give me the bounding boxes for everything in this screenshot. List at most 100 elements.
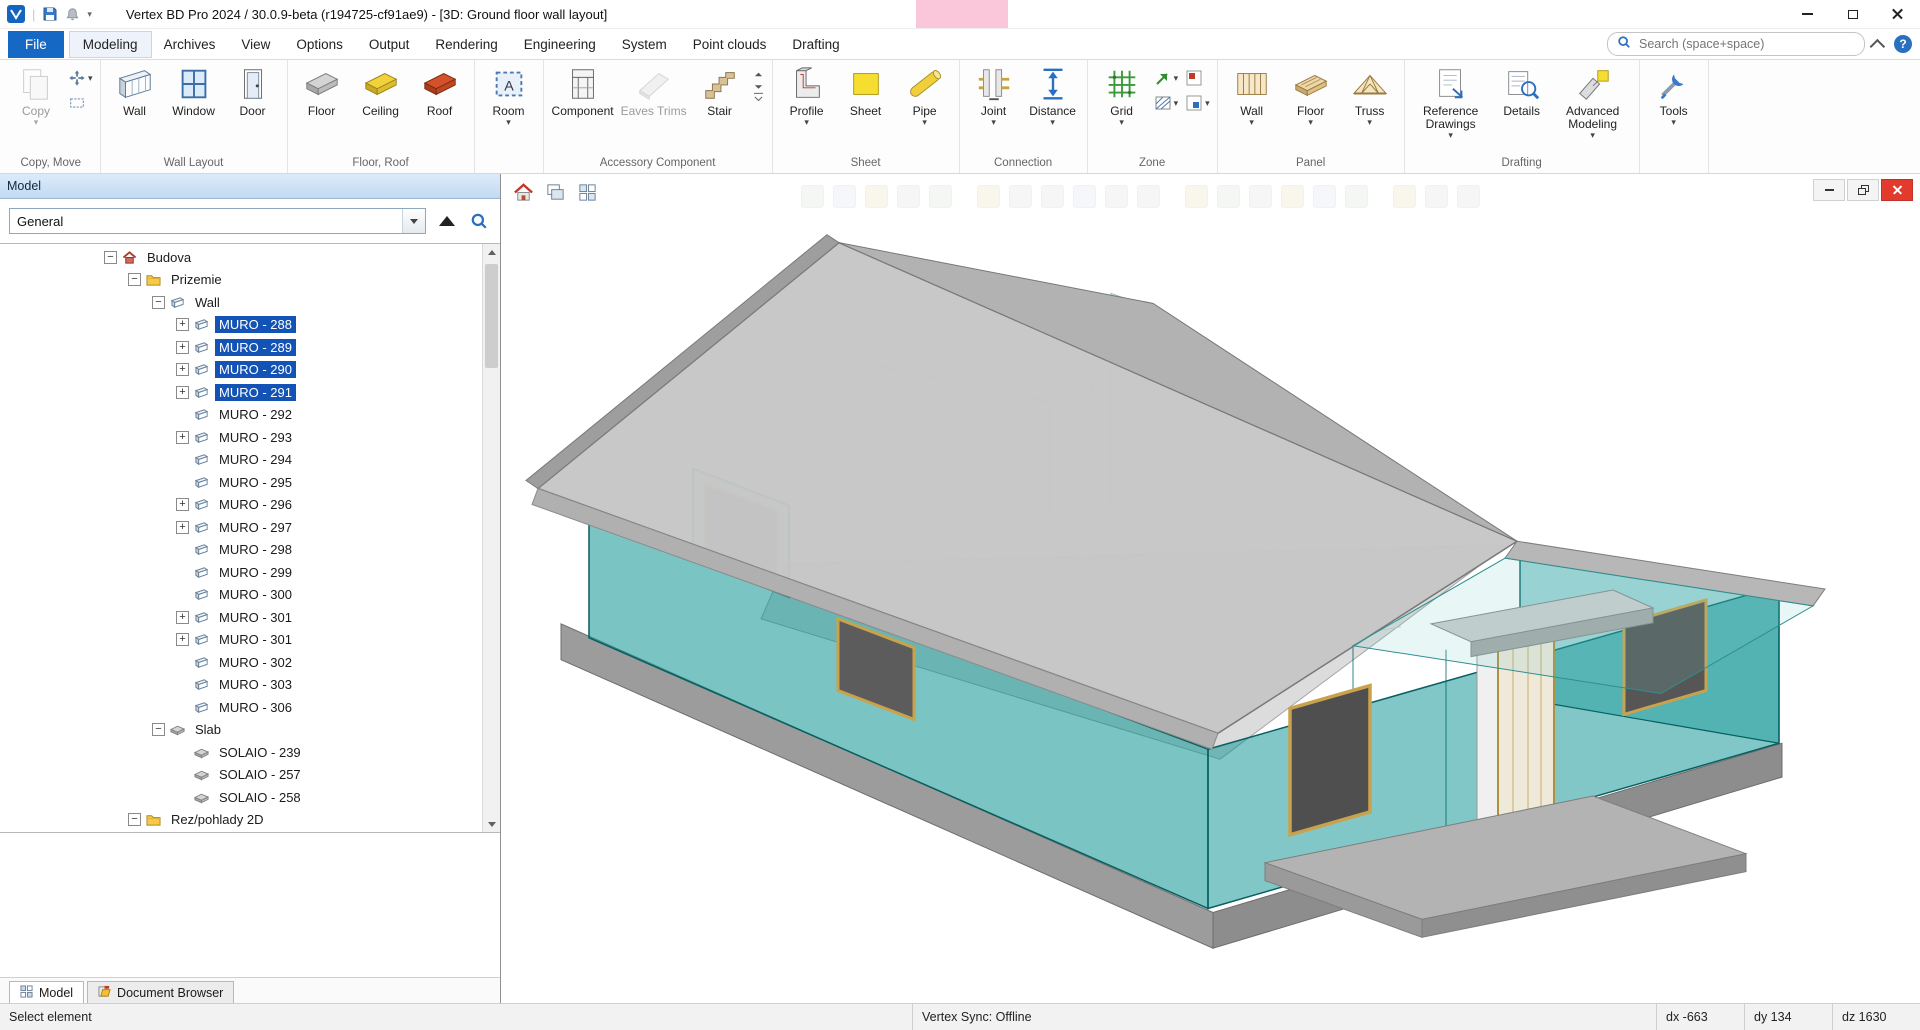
component-button[interactable]: Component [549,62,617,119]
tree-item[interactable]: MURO - 298 [0,539,483,562]
tree-scrollbar[interactable] [482,244,500,832]
tree-item[interactable]: MURO - 299 [0,561,483,584]
tab-output[interactable]: Output [356,32,423,57]
cascade-windows-button[interactable] [542,180,569,205]
tree-item[interactable]: MURO - 292 [0,404,483,427]
tab-options[interactable]: Options [283,32,356,57]
tree-item[interactable]: MURO - 302 [0,651,483,674]
gallery-button[interactable] [750,67,767,107]
close-button[interactable] [1875,0,1920,28]
chevron-down-icon[interactable]: ▾ [87,9,92,20]
minus-expander-icon[interactable]: − [152,723,165,736]
viewport-close-button[interactable] [1881,179,1913,201]
notifications-bell-icon[interactable] [65,7,80,22]
door-button[interactable]: Door [224,62,282,119]
tab-view[interactable]: View [228,32,283,57]
tree-item[interactable]: +MURO - 301 [0,606,483,629]
zone-blue-button[interactable]: ▾ [1183,92,1212,114]
floor-button[interactable]: Floor [293,62,351,119]
tab-system[interactable]: System [609,32,680,57]
zone-green-button[interactable]: ▾ [1152,67,1181,89]
floor-button[interactable]: Floor▾ [1282,62,1340,128]
viewport-minimize-button[interactable] [1813,179,1845,201]
grid-button[interactable]: Grid▾ [1093,62,1151,128]
details-button[interactable]: Details [1493,62,1551,119]
help-icon[interactable]: ? [1894,35,1912,53]
zone-red-button[interactable] [1183,67,1212,89]
tile-windows-button[interactable] [574,180,601,205]
plus-expander-icon[interactable]: + [176,431,189,444]
tab-drafting[interactable]: Drafting [779,32,852,57]
wall-button[interactable]: Wall▾ [1223,62,1281,128]
tree-item[interactable]: SOLAIO - 239 [0,741,483,764]
minus-expander-icon[interactable]: − [104,251,117,264]
scroll-up-button[interactable] [483,244,500,260]
sheet-button[interactable]: Sheet [837,62,895,119]
tree-item[interactable]: +MURO - 289 [0,336,483,359]
tree-filter-dropdown[interactable]: General [9,208,426,234]
minus-expander-icon[interactable]: − [128,273,141,286]
tree-item[interactable]: +MURO - 293 [0,426,483,449]
tree-item[interactable]: SOLAIO - 258 [0,786,483,809]
tab-rendering[interactable]: Rendering [422,32,510,57]
tab-engineering[interactable]: Engineering [511,32,609,57]
plus-expander-icon[interactable]: + [176,611,189,624]
plus-expander-icon[interactable]: + [176,363,189,376]
tab-file[interactable]: File [8,31,64,58]
tree-item[interactable]: +MURO - 301 [0,629,483,652]
tree-item[interactable]: MURO - 303 [0,674,483,697]
tree-item[interactable]: +MURO - 291 [0,381,483,404]
tab-modeling[interactable]: Modeling [70,32,151,57]
search-input[interactable] [1637,36,1855,52]
save-icon[interactable] [42,6,58,22]
tree-item[interactable]: +MURO - 288 [0,314,483,337]
tree-item[interactable]: −Rez/pohlady 2D [0,809,483,832]
collapse-ribbon-chevron-icon[interactable] [1870,38,1886,54]
room-button[interactable]: ARoom▾ [480,62,538,128]
tab-point-clouds[interactable]: Point clouds [680,32,780,57]
panel-tab-document-browser[interactable]: Document Browser [87,981,234,1003]
roof-button[interactable]: Roof [411,62,469,119]
minimize-button[interactable] [1785,0,1830,28]
scrollbar-thumb[interactable] [485,264,498,368]
marquee-button[interactable] [66,92,95,114]
plus-expander-icon[interactable]: + [176,318,189,331]
tree-item[interactable]: −Slab [0,719,483,742]
wall-button[interactable]: Wall [106,62,164,119]
tree-item[interactable]: +MURO - 296 [0,494,483,517]
distance-button[interactable]: Distance▾ [1024,62,1082,128]
tree-item[interactable]: −Budova [0,246,483,269]
truss-button[interactable]: Truss▾ [1341,62,1399,128]
joint-button[interactable]: Joint▾ [965,62,1023,128]
tree-item[interactable]: MURO - 295 [0,471,483,494]
tree-item[interactable]: SOLAIO - 257 [0,764,483,787]
tree-item[interactable]: −Wall [0,291,483,314]
plus-expander-icon[interactable]: + [176,633,189,646]
maximize-button[interactable] [1830,0,1875,28]
stair-button[interactable]: Stair [691,62,749,119]
window-front-right[interactable] [1290,686,1370,835]
plus-expander-icon[interactable]: + [176,521,189,534]
ceiling-button[interactable]: Ceiling [352,62,410,119]
viewport-3d[interactable] [501,174,1920,1003]
tree-item[interactable]: MURO - 294 [0,449,483,472]
pipe-button[interactable]: Pipe▾ [896,62,954,128]
tree-item[interactable]: +MURO - 290 [0,359,483,382]
tree-item[interactable]: +MURO - 297 [0,516,483,539]
panel-tab-model[interactable]: Model [9,981,84,1003]
collapse-all-button[interactable] [435,209,458,233]
tree-item[interactable]: MURO - 306 [0,696,483,719]
scroll-down-button[interactable] [483,816,500,832]
minus-expander-icon[interactable]: − [152,296,165,309]
tools-button[interactable]: Tools▾ [1645,62,1703,128]
tree-search-button[interactable] [468,209,491,233]
move-button[interactable]: ▾ [66,67,95,89]
profile-button[interactable]: Profile▾ [778,62,836,128]
advanced-modeling-button[interactable]: Advanced Modeling▾ [1552,62,1634,141]
plus-expander-icon[interactable]: + [176,386,189,399]
3d-house-model[interactable] [501,174,1920,1003]
home-view-button[interactable] [510,180,537,205]
minus-expander-icon[interactable]: − [128,813,141,826]
tree-item[interactable]: MURO - 300 [0,584,483,607]
tab-archives[interactable]: Archives [151,32,229,57]
